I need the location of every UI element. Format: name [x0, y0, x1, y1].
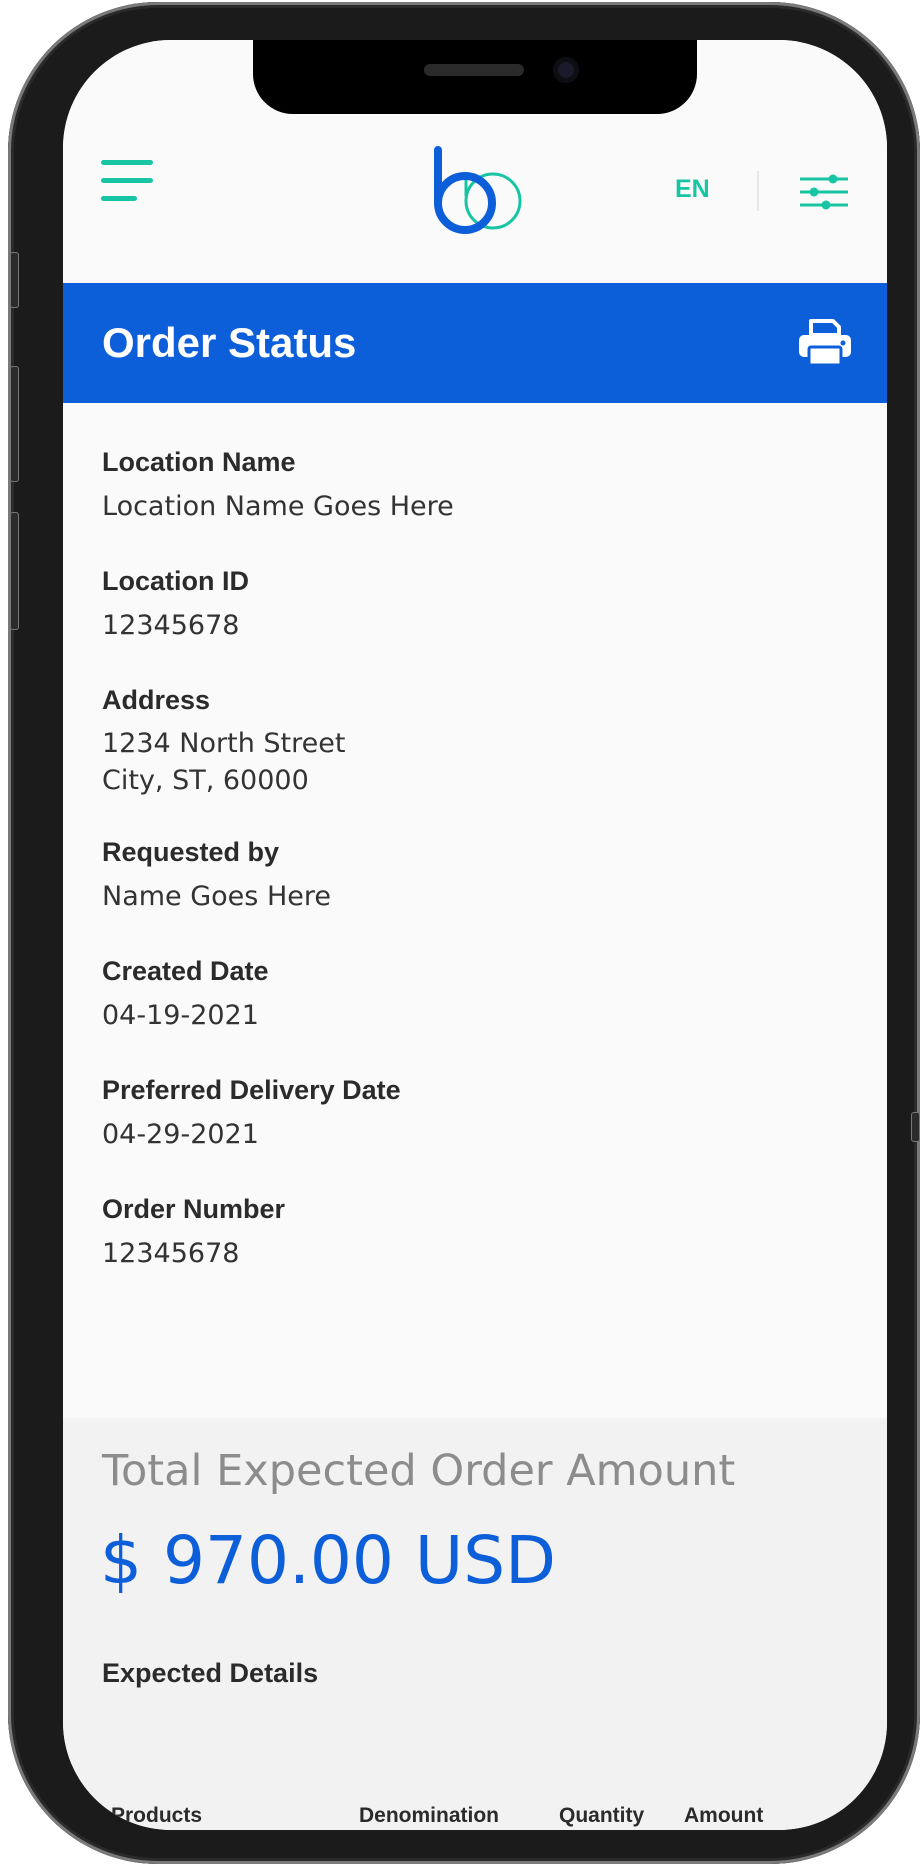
field-location-id: Location ID 12345678 [102, 564, 862, 647]
expected-details-title: Expected Details [102, 1658, 319, 1688]
total-label: Total Expected Order Amount [102, 1446, 736, 1496]
field-order-number: Order Number 12345678 [102, 1192, 862, 1275]
front-camera [553, 57, 579, 83]
page-header: Order Status [63, 283, 887, 403]
phone-frame: EN Order Status Location Name Location N… [8, 2, 920, 1864]
field-location-name: Location Name Location Name Goes Here [102, 445, 862, 528]
volume-down-button [10, 512, 19, 630]
printer-icon[interactable] [797, 317, 853, 367]
app-screen: EN Order Status Location Name Location N… [63, 40, 887, 1830]
total-amount: $ 970.00 USD [100, 1522, 556, 1599]
field-label: Created Date [102, 956, 269, 986]
volume-up-button [10, 366, 19, 482]
column-header-quantity: Quantity [559, 1804, 645, 1827]
order-summary: Total Expected Order Amount $ 970.00 USD… [63, 1418, 887, 1830]
field-label: Preferred Delivery Date [102, 1075, 401, 1105]
field-value: Name Goes Here [102, 881, 331, 912]
field-address: Address 1234 North Street City, ST, 6000… [102, 683, 862, 799]
field-preferred-delivery-date: Preferred Delivery Date 04-29-2021 [102, 1073, 862, 1156]
column-header-products: Products [111, 1804, 203, 1827]
address-line-2: City, ST, 60000 [102, 765, 309, 796]
field-value: Location Name Goes Here [102, 491, 454, 522]
silent-switch [10, 252, 19, 308]
field-label: Location ID [102, 566, 249, 596]
speaker-grille [424, 64, 524, 76]
field-value: 04-19-2021 [102, 1000, 259, 1031]
camera-notch [253, 40, 697, 114]
field-value: 12345678 [102, 1238, 240, 1269]
page-title: Order Status [102, 319, 357, 366]
field-value: 12345678 [102, 610, 240, 641]
sliders-settings-icon[interactable] [800, 174, 848, 212]
column-header-denomination: Denomination [359, 1804, 499, 1827]
address-line-1: 1234 North Street [102, 728, 346, 759]
power-button [911, 1112, 920, 1142]
field-value: 04-29-2021 [102, 1119, 259, 1150]
nav-divider [757, 171, 759, 211]
field-requested-by: Requested by Name Goes Here [102, 835, 862, 918]
hamburger-menu-icon[interactable] [101, 160, 157, 206]
column-header-amount: Amount [684, 1804, 764, 1827]
field-label: Requested by [102, 837, 280, 867]
language-selector[interactable]: EN [675, 175, 710, 204]
field-created-date: Created Date 04-19-2021 [102, 954, 862, 1037]
order-details: Location Name Location Name Goes Here Lo… [102, 445, 862, 1311]
brand-logo [434, 146, 522, 234]
field-label: Address [102, 685, 211, 715]
field-label: Order Number [102, 1194, 286, 1224]
field-label: Location Name [102, 447, 296, 477]
